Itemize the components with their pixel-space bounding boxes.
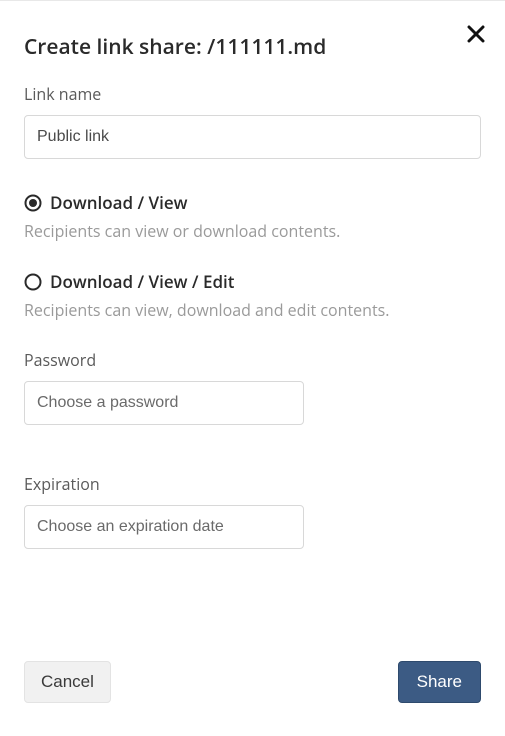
radio-selected-icon	[24, 194, 42, 212]
dialog-footer: Cancel Share	[24, 661, 481, 703]
radio-download-view[interactable]: Download / View	[24, 191, 481, 214]
radio-unselected-icon	[24, 273, 42, 291]
radio-download-view-label: Download / View	[50, 191, 188, 214]
permissions-group: Download / View Recipients can view or d…	[24, 191, 481, 321]
close-icon	[467, 31, 485, 46]
expiration-input[interactable]	[24, 505, 304, 549]
password-input[interactable]	[24, 381, 304, 425]
expiration-label: Expiration	[24, 473, 481, 495]
radio-download-view-desc: Recipients can view or download contents…	[24, 220, 481, 242]
dialog-title: Create link share: /111111.md	[24, 33, 481, 61]
share-button[interactable]: Share	[398, 661, 481, 703]
close-button[interactable]	[463, 21, 489, 50]
radio-download-view-edit-label: Download / View / Edit	[50, 270, 235, 293]
password-section: Password	[24, 349, 481, 425]
radio-download-view-edit-desc: Recipients can view, download and edit c…	[24, 299, 481, 321]
password-label: Password	[24, 349, 481, 371]
link-name-input[interactable]	[24, 115, 481, 159]
create-link-share-dialog: Create link share: /111111.md Link name …	[0, 1, 505, 571]
expiration-section: Expiration	[24, 473, 481, 549]
cancel-button[interactable]: Cancel	[24, 661, 111, 703]
radio-download-view-edit[interactable]: Download / View / Edit	[24, 270, 481, 293]
link-name-label: Link name	[24, 83, 481, 105]
